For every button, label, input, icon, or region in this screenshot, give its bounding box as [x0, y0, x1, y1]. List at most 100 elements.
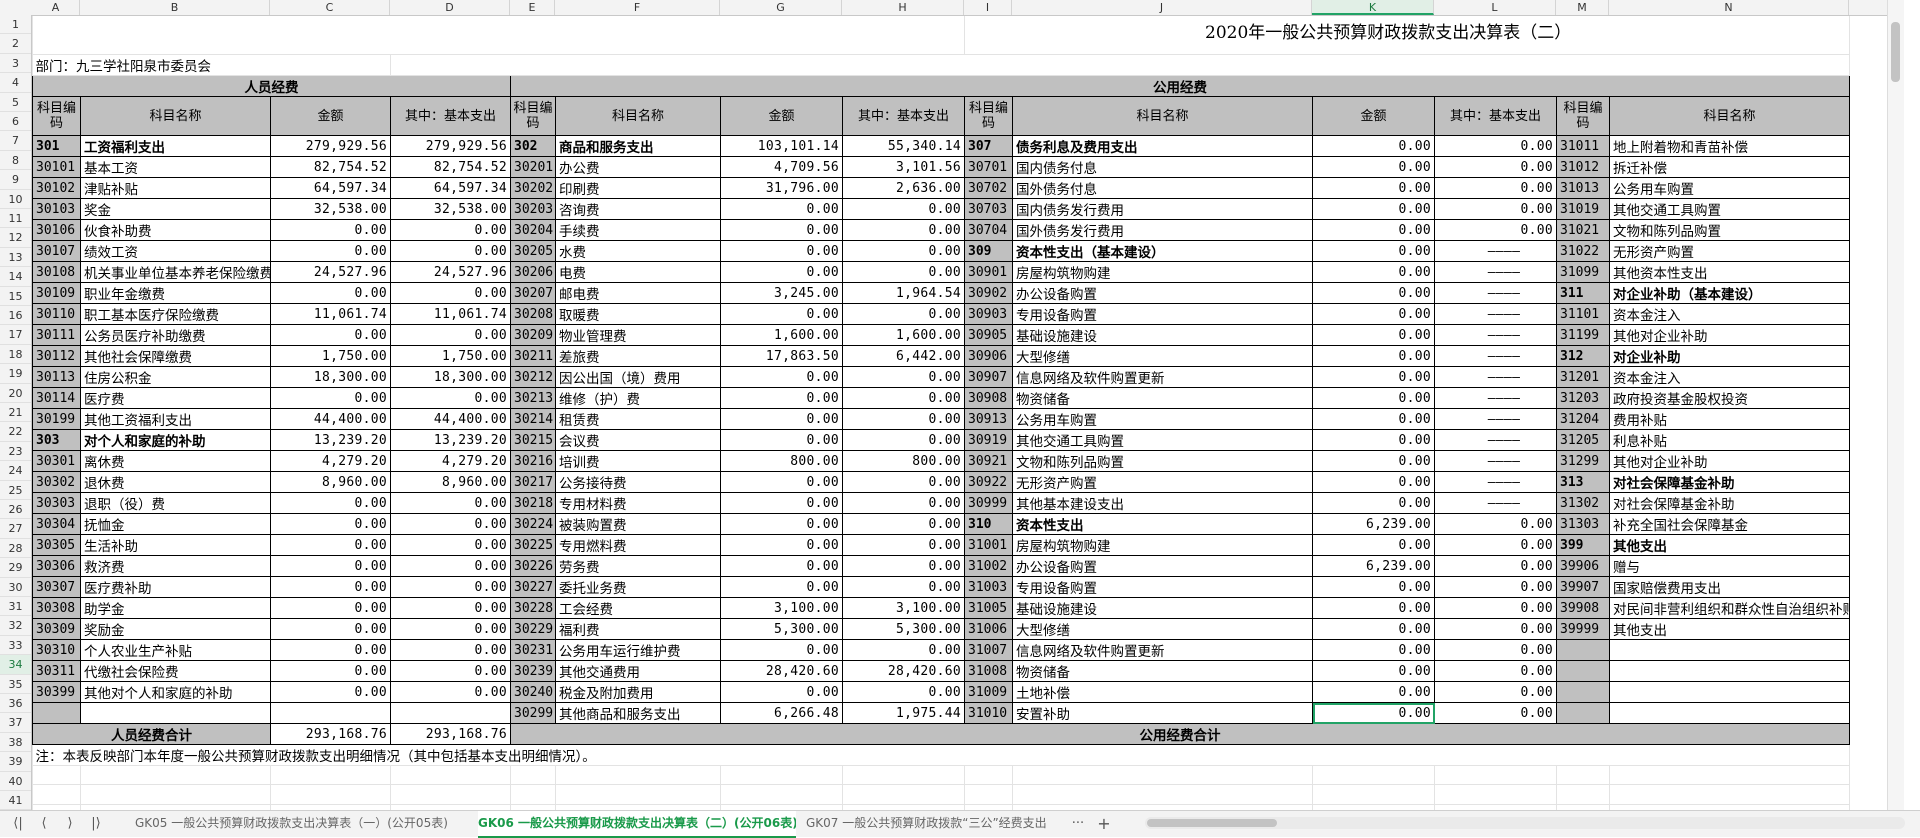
personnel-name[interactable]: 奖励金 — [80, 618, 271, 641]
other-code[interactable]: 31299 — [1556, 450, 1610, 473]
personnel-amount[interactable]: 24,527.96 — [270, 261, 391, 284]
public-code[interactable]: 30921 — [964, 450, 1013, 473]
other-code[interactable] — [1556, 639, 1610, 662]
department-label[interactable]: 部门：九三学社阳泉市委员会 — [32, 54, 391, 77]
public-code[interactable]: 31009 — [964, 681, 1013, 704]
goods-name[interactable]: 水费 — [555, 240, 721, 263]
public-code[interactable]: 310 — [964, 513, 1013, 536]
empty-cell[interactable] — [964, 784, 1013, 805]
public-name[interactable]: 国外债务付息 — [1012, 177, 1313, 200]
other-code[interactable] — [1556, 681, 1610, 704]
goods-code[interactable]: 30208 — [510, 303, 556, 326]
goods-basic[interactable]: 0.00 — [842, 639, 965, 662]
other-code[interactable]: 31021 — [1556, 219, 1610, 242]
public-amount[interactable]: 0.00 — [1312, 366, 1435, 389]
personnel-total-amount[interactable]: 293,168.76 — [270, 723, 391, 746]
goods-name[interactable]: 商品和服务支出 — [555, 135, 721, 158]
personnel-name[interactable]: 离休费 — [80, 450, 271, 473]
goods-name[interactable]: 专用燃料费 — [555, 534, 721, 557]
row-header-23[interactable]: 23 — [0, 442, 31, 462]
personnel-amount[interactable]: 4,279.20 — [270, 450, 391, 473]
goods-basic[interactable]: 0.00 — [842, 429, 965, 452]
section-public[interactable]: 公用经费 — [509, 75, 1851, 98]
personnel-code[interactable]: 301 — [32, 135, 81, 158]
row-header-38[interactable]: 38 — [0, 733, 31, 753]
goods-amount[interactable]: 0.00 — [720, 219, 843, 242]
public-amount[interactable]: 0.00 — [1312, 450, 1435, 473]
public-basic[interactable]: 0.00 — [1434, 597, 1557, 620]
personnel-name[interactable]: 基本工资 — [80, 156, 271, 179]
public-code[interactable]: 30906 — [964, 345, 1013, 368]
personnel-name[interactable]: 医疗费 — [80, 387, 271, 410]
row-header-36[interactable]: 36 — [0, 694, 31, 714]
goods-amount[interactable]: 28,420.60 — [720, 660, 843, 683]
public-name[interactable]: 物资储备 — [1012, 387, 1313, 410]
other-name[interactable]: 政府投资基金股权投资 — [1608, 387, 1851, 410]
row-header-18[interactable]: 18 — [0, 345, 31, 365]
note-text[interactable]: 注：本表反映部门本年度一般公共预算财政拨款支出明细情况（其中包括基本支出明细情况… — [32, 744, 1851, 767]
public-amount[interactable]: 0.00 — [1312, 219, 1435, 242]
other-name[interactable] — [1608, 702, 1851, 725]
goods-name[interactable]: 税金及附加费用 — [555, 681, 721, 704]
public-name[interactable]: 办公设备购置 — [1012, 282, 1313, 305]
public-basic[interactable]: 0.00 — [1434, 534, 1557, 557]
row-header-30[interactable]: 30 — [0, 578, 31, 597]
personnel-name[interactable]: 工资福利支出 — [80, 135, 271, 158]
public-amount[interactable]: 0.00 — [1312, 135, 1435, 158]
public-amount[interactable]: 0.00 — [1312, 324, 1435, 347]
goods-code[interactable]: 30204 — [510, 219, 556, 242]
goods-amount[interactable]: 0.00 — [720, 429, 843, 452]
last-sheet-button[interactable]: |⟩ — [86, 815, 106, 833]
other-code[interactable]: 31303 — [1556, 513, 1610, 536]
other-name[interactable]: 对社会保障基金补助 — [1608, 492, 1851, 515]
row-header-11[interactable]: 11 — [0, 209, 31, 229]
personnel-name[interactable]: 退休费 — [80, 471, 271, 494]
public-code[interactable]: 31002 — [964, 555, 1013, 578]
public-basic[interactable]: 0.00 — [1434, 135, 1557, 158]
personnel-basic[interactable]: 0.00 — [390, 324, 511, 347]
other-code[interactable]: 399 — [1556, 534, 1610, 557]
personnel-code[interactable]: 30304 — [32, 513, 81, 536]
public-code[interactable]: 30704 — [964, 219, 1013, 242]
public-code[interactable]: 30913 — [964, 408, 1013, 431]
personnel-code[interactable]: 30109 — [32, 282, 81, 305]
public-name[interactable]: 国外债务发行费用 — [1012, 219, 1313, 242]
goods-basic[interactable]: 28,420.60 — [842, 660, 965, 683]
goods-basic[interactable]: 0.00 — [842, 492, 965, 515]
public-code[interactable]: 30701 — [964, 156, 1013, 179]
personnel-amount[interactable] — [270, 702, 391, 725]
personnel-name[interactable]: 抚恤金 — [80, 513, 271, 536]
cell[interactable] — [390, 54, 1851, 77]
empty-cell[interactable] — [1434, 784, 1557, 805]
personnel-amount[interactable]: 0.00 — [270, 639, 391, 662]
public-basic[interactable]: ———— — [1434, 408, 1557, 431]
row-header-16[interactable]: 16 — [0, 306, 31, 326]
header-basic[interactable]: 其中：基本支出 — [390, 96, 511, 137]
empty-cell[interactable] — [32, 784, 81, 805]
row-header-13[interactable]: 13 — [0, 248, 31, 268]
public-name[interactable]: 基础设施建设 — [1012, 324, 1313, 347]
public-code[interactable]: 31001 — [964, 534, 1013, 557]
goods-basic[interactable]: 0.00 — [842, 240, 965, 263]
personnel-basic[interactable]: 0.00 — [390, 387, 511, 410]
public-name[interactable]: 信息网络及软件购置更新 — [1012, 366, 1313, 389]
personnel-amount[interactable]: 0.00 — [270, 534, 391, 557]
personnel-name[interactable]: 救济费 — [80, 555, 271, 578]
personnel-amount[interactable]: 0.00 — [270, 492, 391, 515]
personnel-code[interactable]: 30113 — [32, 366, 81, 389]
public-code[interactable]: 30919 — [964, 429, 1013, 452]
other-name[interactable]: 公务用车购置 — [1608, 177, 1851, 200]
other-name[interactable]: 资本金注入 — [1608, 303, 1851, 326]
empty-cell[interactable] — [1312, 765, 1435, 786]
empty-cell[interactable] — [390, 765, 511, 786]
empty-cell[interactable] — [510, 765, 556, 786]
personnel-basic[interactable]: 13,239.20 — [390, 429, 511, 452]
public-basic[interactable]: ———— — [1434, 492, 1557, 515]
row-header-9[interactable]: 9 — [0, 170, 31, 190]
personnel-amount[interactable]: 0.00 — [270, 513, 391, 536]
other-name[interactable] — [1608, 681, 1851, 704]
personnel-code[interactable]: 30302 — [32, 471, 81, 494]
goods-basic[interactable]: 2,636.00 — [842, 177, 965, 200]
public-amount[interactable]: 0.00 — [1312, 639, 1435, 662]
goods-code[interactable]: 30216 — [510, 450, 556, 473]
